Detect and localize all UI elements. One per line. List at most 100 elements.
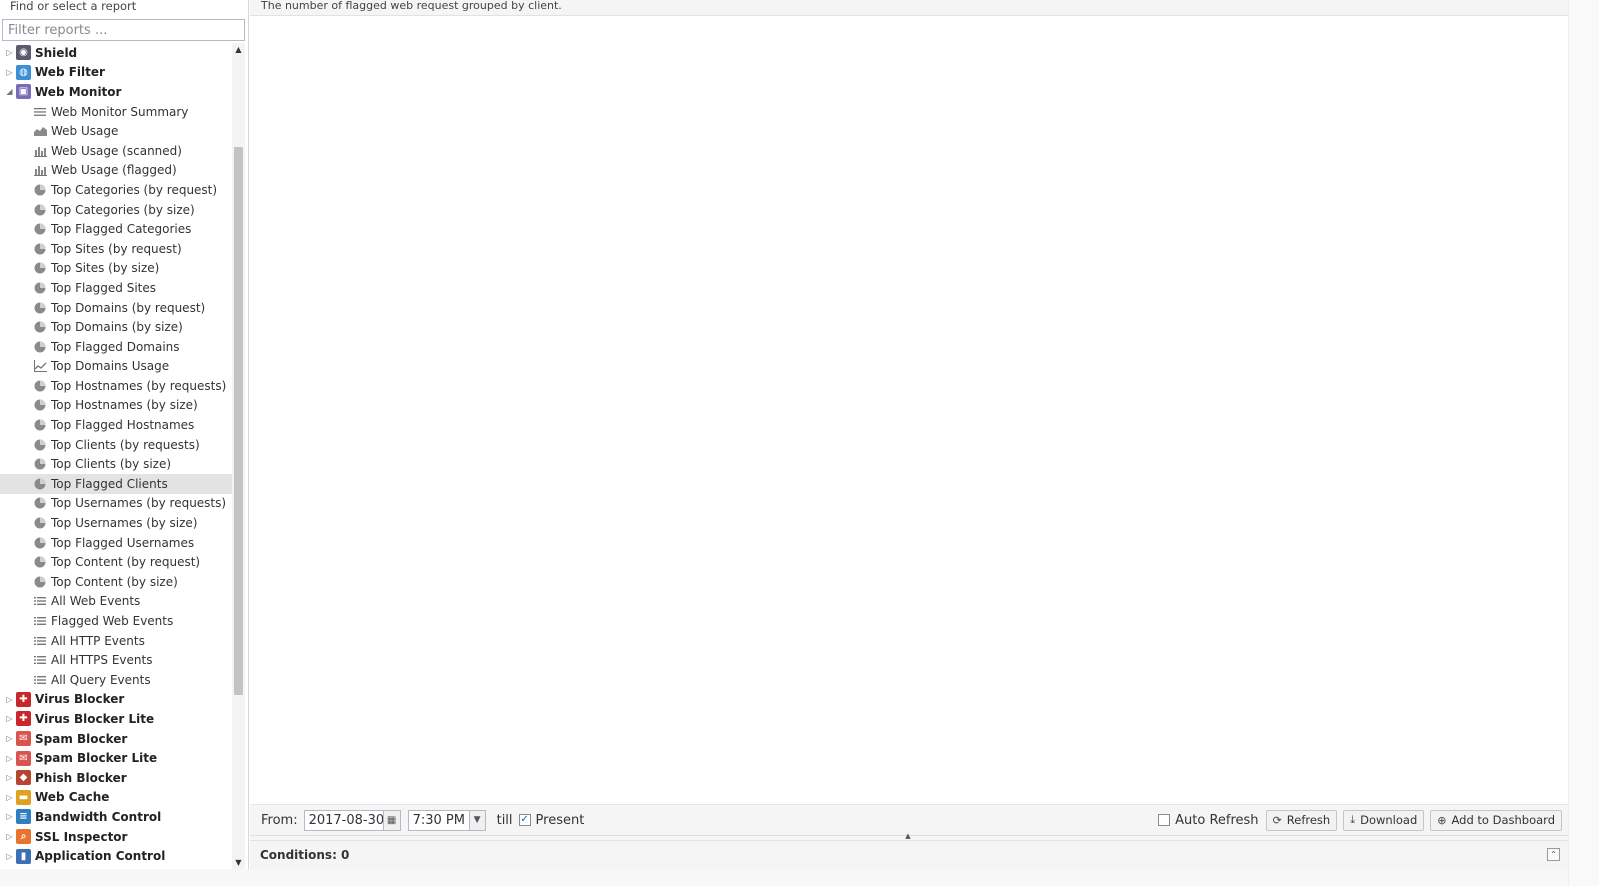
- expand-right-icon[interactable]: ▷: [5, 812, 14, 821]
- splitter-grip-icon[interactable]: ▲: [891, 833, 925, 840]
- from-time-field[interactable]: 7:30 PM ▼: [407, 809, 486, 831]
- tree-report-item[interactable]: Top Domains (by request): [0, 298, 232, 318]
- tree-report-item[interactable]: Top Flagged Hostnames: [0, 415, 232, 435]
- tree-app-item[interactable]: ▷ ✚ Virus Blocker: [0, 690, 232, 710]
- scrollbar-thumb[interactable]: [234, 147, 243, 695]
- area-chart-icon: [33, 124, 47, 138]
- conditions-label: Conditions: 0: [260, 848, 350, 862]
- tree-report-item[interactable]: Web Usage: [0, 121, 232, 141]
- tree-app-item[interactable]: ▷ ▬ Web Cache: [0, 788, 232, 808]
- download-button[interactable]: ⤓ Download: [1343, 809, 1425, 831]
- tree-report-item[interactable]: Top Usernames (by requests): [0, 494, 232, 514]
- pie-chart-icon: [33, 320, 47, 334]
- download-button-label: Download: [1360, 813, 1418, 827]
- tree-report-label: Top Flagged Sites: [51, 280, 156, 295]
- tree-report-item[interactable]: Top Usernames (by size): [0, 513, 232, 533]
- tree-report-item[interactable]: All Web Events: [0, 592, 232, 612]
- tree-app-item[interactable]: ▷ ◉ Shield: [0, 43, 232, 63]
- scroll-down-icon[interactable]: ▼: [232, 856, 245, 869]
- panel-title: Find or select a report: [10, 0, 137, 13]
- tree-report-label: Top Hostnames (by requests): [51, 378, 227, 393]
- tree-report-item[interactable]: Top Content (by size): [0, 572, 232, 592]
- tree-report-item[interactable]: Top Categories (by size): [0, 200, 232, 220]
- calendar-icon[interactable]: ▦: [382, 810, 400, 830]
- expand-right-icon[interactable]: ▷: [5, 68, 14, 77]
- expand-right-icon[interactable]: ▷: [5, 773, 14, 782]
- add-to-dashboard-button[interactable]: ⊕ Add to Dashboard: [1430, 809, 1562, 831]
- tree-report-item[interactable]: All Query Events: [0, 670, 232, 690]
- expand-right-icon[interactable]: ▷: [5, 695, 14, 704]
- virus-blocker-icon: ✚: [16, 691, 31, 707]
- tree-report-label: Web Usage (scanned): [51, 143, 182, 158]
- tree-report-item[interactable]: Top Domains (by size): [0, 317, 232, 337]
- tree-report-item[interactable]: Top Flagged Domains: [0, 337, 232, 357]
- tree-report-item[interactable]: Top Clients (by requests): [0, 435, 232, 455]
- bandwidth-control-icon: ≡: [16, 809, 31, 825]
- application-control-icon: ▮: [16, 848, 31, 864]
- expand-right-icon[interactable]: ▷: [5, 852, 14, 861]
- web-filter-icon: ◍: [16, 64, 31, 80]
- tree-report-item[interactable]: Web Usage (scanned): [0, 141, 232, 161]
- tree-report-item[interactable]: Top Content (by request): [0, 552, 232, 572]
- tree-app-item[interactable]: ▷ ▮ Application Control: [0, 846, 232, 866]
- list-icon: [33, 594, 47, 608]
- list-icon: [33, 634, 47, 648]
- tree-report-item[interactable]: Top Hostnames (by size): [0, 396, 232, 416]
- expand-conditions-icon[interactable]: ⌃: [1547, 848, 1560, 861]
- tree-report-item[interactable]: Top Sites (by size): [0, 259, 232, 279]
- auto-refresh-checkbox[interactable]: ✓: [1158, 814, 1171, 826]
- expand-right-icon[interactable]: ▷: [5, 734, 14, 743]
- tree-report-item[interactable]: Top Flagged Categories: [0, 219, 232, 239]
- tree-app-item[interactable]: ▷ ◆ Phish Blocker: [0, 768, 232, 788]
- tree-app-item[interactable]: ▷ ✚ Virus Blocker Lite: [0, 709, 232, 729]
- tree-report-item[interactable]: Top Domains Usage: [0, 357, 232, 377]
- tree-report-item[interactable]: All HTTPS Events: [0, 650, 232, 670]
- tree-report-item[interactable]: Top Categories (by request): [0, 180, 232, 200]
- tree-app-item[interactable]: ▷ ≡ Bandwidth Control: [0, 807, 232, 827]
- bar-chart-icon: [33, 163, 47, 177]
- tree-report-item[interactable]: All HTTP Events: [0, 631, 232, 651]
- conditions-bar[interactable]: Conditions: 0 ⌃: [250, 840, 1568, 869]
- tree-report-label: Top Usernames (by requests): [51, 496, 227, 511]
- tree-report-item[interactable]: Top Sites (by request): [0, 239, 232, 259]
- tree-app-item[interactable]: ▷ ✉ Spam Blocker: [0, 729, 232, 749]
- tree-app-item[interactable]: ▷ ◍ Web Filter: [0, 63, 232, 83]
- tree-scrollbar[interactable]: ▲ ▼: [232, 43, 245, 869]
- expand-right-icon[interactable]: ▷: [5, 48, 14, 57]
- pie-chart-icon: [33, 340, 47, 354]
- pie-chart-icon: [33, 301, 47, 315]
- tree-report-label: Top Content (by request): [51, 555, 201, 570]
- expand-right-icon[interactable]: ▷: [5, 832, 14, 841]
- tree-report-item[interactable]: Flagged Web Events: [0, 611, 232, 631]
- expand-right-icon[interactable]: ▷: [5, 714, 14, 723]
- refresh-button[interactable]: ⟳ Refresh: [1265, 809, 1338, 831]
- tree-report-item[interactable]: Top Flagged Usernames: [0, 533, 232, 553]
- tree-app-item[interactable]: ▷ ✉ Spam Blocker Lite: [0, 748, 232, 768]
- tree-report-item[interactable]: Web Monitor Summary: [0, 102, 232, 122]
- present-checkbox[interactable]: ✓: [518, 814, 531, 826]
- tree-report-item[interactable]: Web Usage (flagged): [0, 161, 232, 181]
- from-date-value: 2017-08-30: [308, 812, 385, 828]
- chevron-down-icon[interactable]: ▼: [468, 810, 485, 830]
- pie-chart-icon: [33, 516, 47, 530]
- tree-app-item[interactable]: ▷ ⌕ SSL Inspector: [0, 827, 232, 847]
- from-date-field[interactable]: 2017-08-30 ▦: [303, 809, 401, 831]
- tree-report-item[interactable]: Top Flagged Sites: [0, 278, 232, 298]
- tree-report-label: Top Domains (by request): [51, 300, 206, 315]
- expand-down-icon[interactable]: ◢: [5, 87, 14, 96]
- tree-report-item[interactable]: Top Clients (by size): [0, 454, 232, 474]
- tree-report-item[interactable]: Top Hostnames (by requests): [0, 376, 232, 396]
- pie-chart-icon: [33, 222, 47, 236]
- pie-chart-icon: [33, 457, 47, 471]
- expand-right-icon[interactable]: ▷: [5, 793, 14, 802]
- filter-reports-input[interactable]: [2, 19, 245, 41]
- download-icon: ⤓: [1350, 813, 1356, 826]
- tree-report-label: Web Usage (flagged): [51, 163, 177, 178]
- tree-report-item[interactable]: Top Flagged Clients: [0, 474, 232, 494]
- tree-app-label: Virus Blocker Lite: [35, 711, 155, 726]
- tree-report-label: Top Flagged Usernames: [51, 535, 195, 550]
- tree-report-label: Top Clients (by requests): [51, 437, 200, 452]
- scroll-up-icon[interactable]: ▲: [232, 43, 245, 56]
- expand-right-icon[interactable]: ▷: [5, 754, 14, 763]
- tree-app-item[interactable]: ◢ ▣ Web Monitor: [0, 82, 232, 102]
